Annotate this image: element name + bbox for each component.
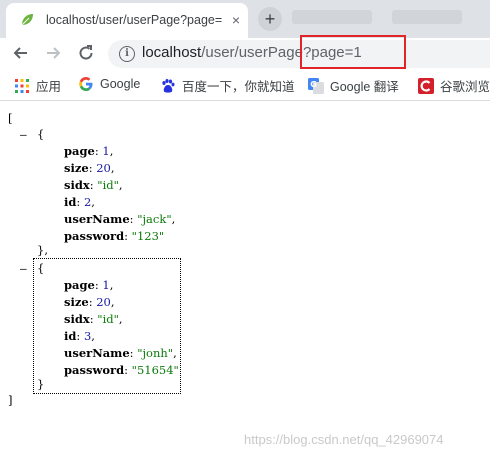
browser-toolbar: i localhost/user/userPage?page=1 xyxy=(0,38,490,70)
field-key: id xyxy=(64,195,77,209)
field-username: userName: "jonh", xyxy=(64,346,177,360)
array-open-bracket: [ xyxy=(8,111,13,125)
query-highlight-box xyxy=(300,35,406,69)
json-viewer: [ – { page: 1, size: 20, sidx: "id", id:… xyxy=(0,100,490,466)
field-id: id: 3, xyxy=(64,329,95,343)
forward-arrow-icon xyxy=(47,47,61,59)
bookmark-label: Google xyxy=(100,77,141,91)
reload-button[interactable] xyxy=(75,42,97,64)
field-value: "123" xyxy=(131,229,165,243)
bookmark-baidu[interactable]: 百度一下，你就知道 xyxy=(160,76,295,94)
field-page: page: 1, xyxy=(64,144,114,158)
object-close-brace: } xyxy=(37,377,45,391)
field-value: "id" xyxy=(97,178,119,192)
field-value: 20 xyxy=(96,295,111,309)
field-key: password xyxy=(64,363,125,377)
field-sidx: sidx: "id", xyxy=(64,178,123,192)
chrome-c-icon xyxy=(418,77,434,94)
bookmark-label: Google 翻译 xyxy=(330,80,399,94)
tab-strip: localhost/user/userPage?page=1 × + xyxy=(0,0,490,38)
forward-button[interactable] xyxy=(42,42,64,64)
bookmark-chrome-browser[interactable]: 谷歌浏览 xyxy=(418,76,490,94)
close-icon[interactable]: × xyxy=(228,12,244,28)
field-value: 2 xyxy=(83,195,92,209)
bookmarks-bar: 应用 Google 百度一下，你就知道 G Google 翻译 谷歌浏览 xyxy=(0,70,490,101)
watermark: https://blog.csdn.net/qq_42969074 xyxy=(244,432,444,447)
field-password: password: "51654" xyxy=(64,363,179,377)
field-key: sidx xyxy=(64,312,90,326)
info-icon[interactable]: i xyxy=(119,46,135,62)
url-path: /user/userPage xyxy=(201,44,303,61)
back-arrow-icon xyxy=(13,47,27,59)
google-icon xyxy=(79,77,93,91)
field-key: page xyxy=(64,278,95,292)
array-close-bracket: ] xyxy=(8,393,13,407)
field-size: size: 20, xyxy=(64,161,115,175)
bookmark-google-translate[interactable]: G Google 翻译 xyxy=(308,76,399,94)
field-password: password: "123" xyxy=(64,229,165,243)
google-translate-icon: G xyxy=(308,77,324,94)
field-page: page: 1, xyxy=(64,278,114,292)
field-value: "jack" xyxy=(137,212,172,226)
bookmark-label: 应用 xyxy=(36,80,62,94)
field-key: password xyxy=(64,229,125,243)
tab-title: localhost/user/userPage?page=1 xyxy=(46,13,222,27)
field-value: "id" xyxy=(97,312,119,326)
field-size: size: 20, xyxy=(64,295,115,309)
object-open-brace: { xyxy=(37,127,45,141)
background-tab-placeholder[interactable] xyxy=(292,10,372,24)
field-key: userName xyxy=(64,346,130,360)
field-key: id xyxy=(64,329,77,343)
field-value: "jonh" xyxy=(137,346,174,360)
bookmark-google[interactable]: Google xyxy=(78,76,140,94)
new-tab-button[interactable]: + xyxy=(258,7,282,31)
tab-active[interactable]: localhost/user/userPage?page=1 × xyxy=(6,3,248,38)
bookmark-label: 百度一下，你就知道 xyxy=(182,80,295,94)
background-tab-placeholder[interactable] xyxy=(392,10,462,24)
object-close-brace: }, xyxy=(37,243,48,257)
back-button[interactable] xyxy=(10,42,32,64)
field-key: size xyxy=(64,295,89,309)
bookmark-apps[interactable]: 应用 xyxy=(14,76,61,94)
field-value: 1 xyxy=(102,278,110,292)
field-value: 20 xyxy=(96,161,111,175)
field-sidx: sidx: "id", xyxy=(64,312,123,326)
bookmark-label: 谷歌浏览 xyxy=(440,80,490,94)
field-username: userName: "jack", xyxy=(64,212,176,226)
leaf-icon xyxy=(21,14,33,26)
url-host: localhost xyxy=(142,44,202,61)
field-key: page xyxy=(64,144,95,158)
svg-text:G: G xyxy=(310,80,317,89)
reload-icon xyxy=(79,45,93,60)
field-value: "51654" xyxy=(131,363,179,377)
apps-grid-icon xyxy=(15,78,29,93)
field-key: size xyxy=(64,161,89,175)
field-id: id: 2, xyxy=(64,195,95,209)
object-open-brace: { xyxy=(37,261,45,275)
field-key: sidx xyxy=(64,178,90,192)
baidu-paw-icon xyxy=(162,78,175,93)
collapse-toggle[interactable]: – xyxy=(20,262,27,275)
field-value: 3 xyxy=(83,329,92,343)
field-value: 1 xyxy=(102,144,110,158)
collapse-toggle[interactable]: – xyxy=(20,128,27,141)
field-key: userName xyxy=(64,212,130,226)
address-bar[interactable]: i localhost/user/userPage?page=1 xyxy=(108,40,490,68)
